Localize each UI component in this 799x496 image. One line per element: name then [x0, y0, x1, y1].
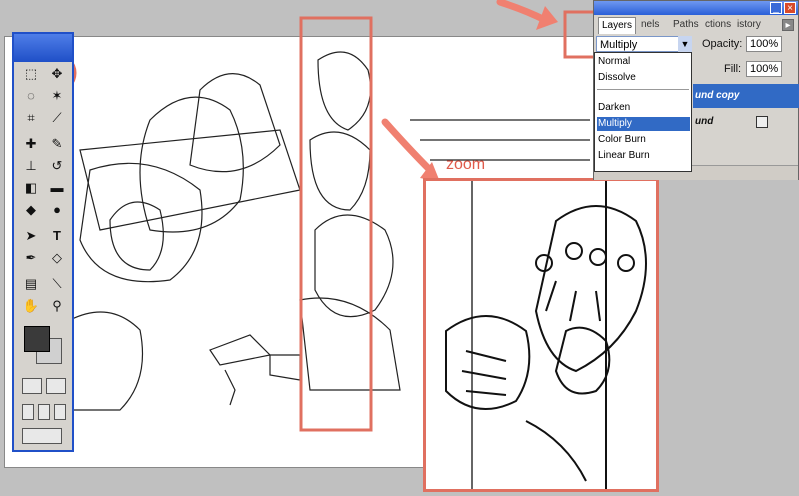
marquee-icon[interactable]: ⬚: [20, 64, 42, 84]
brush-icon[interactable]: ✎: [46, 134, 68, 154]
zoomed-artwork: [445, 181, 647, 489]
panel-menu-icon[interactable]: ▸: [782, 19, 794, 31]
blend-option-multiply[interactable]: Multiply: [597, 117, 690, 131]
zoom-panel: [423, 178, 659, 492]
notes-icon[interactable]: ▤: [20, 274, 42, 294]
standard-mode-button[interactable]: [22, 378, 42, 394]
dodge-icon[interactable]: ●: [46, 200, 68, 220]
healing-brush-icon[interactable]: ✚: [20, 134, 42, 154]
shape-icon[interactable]: ◇: [46, 248, 68, 268]
close-icon[interactable]: ×: [784, 2, 796, 14]
quick-mask-button[interactable]: [46, 378, 66, 394]
toolbox: ⬚ ✥ ◌ ✶ ⌗ ⟋ ✚ ✎ ⊥ ↺ ◧ ▬ ◆ ● ➤ T ✒ ◇ ▤ ⟍ …: [12, 32, 74, 452]
blend-option-normal[interactable]: Normal: [597, 55, 690, 69]
tab-paths[interactable]: Paths: [670, 17, 702, 33]
lock-icon: [756, 116, 768, 128]
blur-icon[interactable]: ◆: [20, 200, 42, 220]
clone-stamp-icon[interactable]: ⊥: [20, 156, 42, 176]
blend-option-darken[interactable]: Darken: [597, 101, 690, 115]
blend-option-color-burn[interactable]: Color Burn: [597, 133, 690, 147]
screen-mode-3-button[interactable]: [54, 404, 66, 420]
opacity-field[interactable]: 100%: [746, 36, 782, 52]
lasso-icon[interactable]: ◌: [20, 86, 42, 106]
hand-icon[interactable]: ✋: [20, 296, 42, 316]
arrow-to-layers: [496, 0, 549, 24]
layer-row-background[interactable]: und: [693, 110, 799, 134]
eraser-icon[interactable]: ◧: [20, 178, 42, 198]
tab-channels[interactable]: nels: [638, 17, 662, 33]
jump-to-imageready-button[interactable]: [22, 428, 62, 444]
opacity-label: Opacity:: [702, 38, 743, 50]
eyedropper-icon[interactable]: ⟍: [46, 274, 68, 294]
toolbox-header[interactable]: [14, 34, 72, 62]
minimize-icon[interactable]: _: [770, 2, 782, 14]
screen-mode-2-button[interactable]: [38, 404, 50, 420]
history-brush-icon[interactable]: ↺: [46, 156, 68, 176]
tab-layers[interactable]: Layers: [598, 17, 637, 34]
blend-option-dissolve[interactable]: Dissolve: [597, 71, 690, 85]
chevron-down-icon[interactable]: ▼: [678, 36, 692, 52]
tab-history[interactable]: istory: [734, 17, 764, 33]
divider: [597, 89, 689, 90]
zoom-label: zoom: [446, 156, 486, 173]
path-select-icon[interactable]: ➤: [20, 226, 42, 246]
pen-icon[interactable]: ✒: [20, 248, 42, 268]
foreground-color-swatch[interactable]: [24, 326, 50, 352]
move-icon[interactable]: ✥: [46, 64, 68, 84]
zoom-icon[interactable]: ⚲: [46, 296, 68, 316]
crop-icon[interactable]: ⌗: [20, 108, 42, 128]
gradient-icon[interactable]: ▬: [46, 178, 68, 198]
slice-icon[interactable]: ⟋: [46, 108, 68, 128]
arrow-to-zoom: [381, 118, 434, 174]
layers-titlebar[interactable]: _ ×: [594, 1, 798, 15]
highlight-frame-strip: [299, 16, 373, 432]
type-icon[interactable]: T: [46, 226, 68, 246]
magic-wand-icon[interactable]: ✶: [46, 86, 68, 106]
blend-option-linear-burn[interactable]: Linear Burn: [597, 149, 690, 163]
blend-mode-dropdown[interactable]: Normal Dissolve Darken Multiply Color Bu…: [594, 52, 692, 172]
tab-actions[interactable]: ctions: [702, 17, 734, 33]
layer-row-background-copy[interactable]: und copy: [693, 84, 799, 108]
fill-label: Fill:: [724, 63, 742, 75]
screen-mode-1-button[interactable]: [22, 404, 34, 420]
fill-field[interactable]: 100%: [746, 61, 782, 77]
